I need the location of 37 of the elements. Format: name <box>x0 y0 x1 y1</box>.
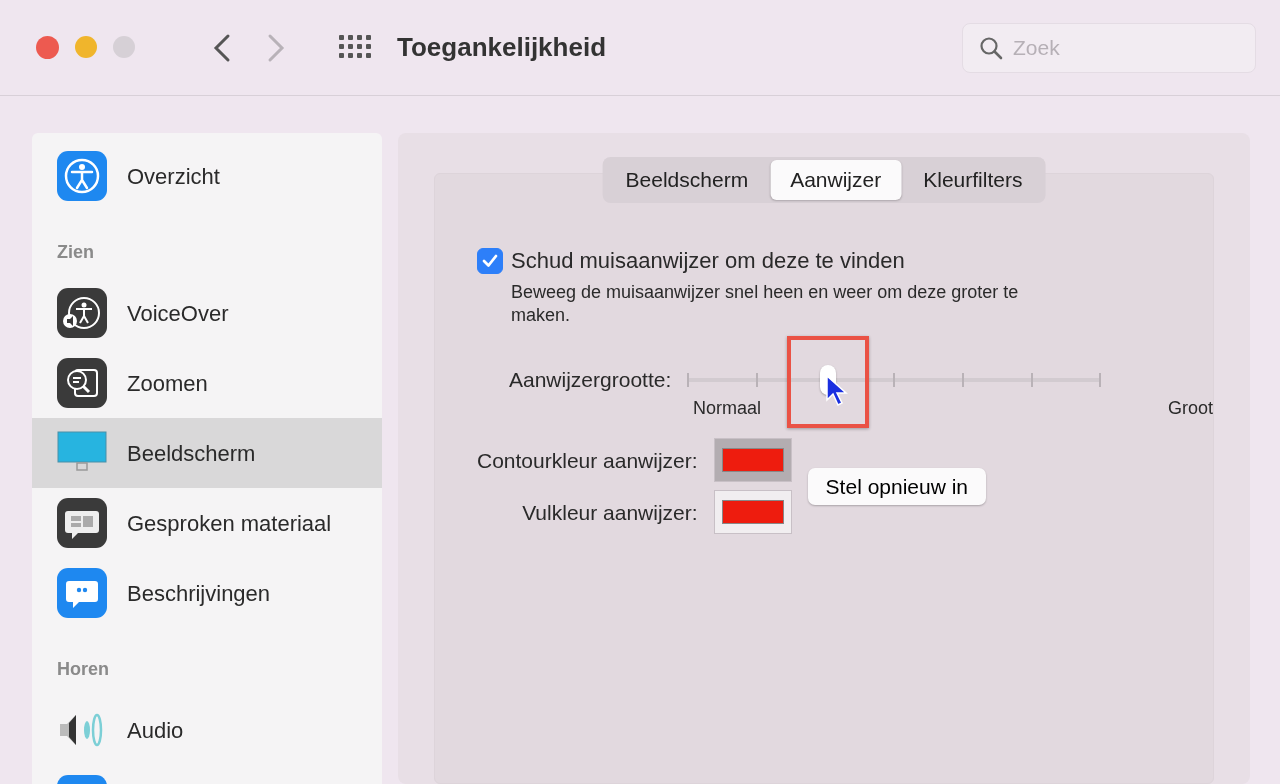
sidebar-item[interactable]: Zoomen <box>32 348 382 418</box>
section-heading: Horen <box>56 658 110 681</box>
window-title: Toegankelijkheid <box>397 31 606 64</box>
search-field[interactable]: Zoek <box>962 22 1256 73</box>
sidebar-item[interactable]: Beeldscherm <box>32 418 382 488</box>
speech-bubble-icon <box>57 498 107 548</box>
close-button[interactable] <box>36 36 59 59</box>
sidebar-item[interactable]: Overzicht <box>32 141 382 211</box>
voiceover-icon <box>57 288 107 338</box>
checkbox-label: Schud muisaanwijzer om deze te vinden <box>511 247 905 275</box>
well-label: Contourkleur aanwijzer: <box>477 447 698 474</box>
sidebar-item[interactable]: Beschrijvingen <box>32 558 382 628</box>
slider-label: Aanwijzergrootte: <box>509 366 672 393</box>
sidebar-item[interactable]: Gesproken materiaal <box>32 488 382 558</box>
magnifier-icon <box>57 358 107 408</box>
search-icon <box>979 35 1003 60</box>
color-well[interactable] <box>713 438 792 483</box>
sidebar-item[interactable]: VoiceOver <box>32 278 382 348</box>
tab[interactable]: Kleurfilters <box>903 160 1043 200</box>
max-label: Groot <box>1167 397 1213 421</box>
quote-bubble-icon <box>57 568 107 618</box>
tab[interactable]: Aanwijzer <box>770 160 902 200</box>
tab[interactable]: Beeldscherm <box>605 160 769 200</box>
sidebar-item[interactable]: Audio <box>32 695 382 765</box>
reset-button[interactable]: Stel opnieuw in <box>807 467 987 506</box>
checkbox[interactable] <box>477 247 503 274</box>
grid-icon[interactable] <box>339 34 373 61</box>
min-label: Normaal <box>693 397 762 421</box>
accessibility-icon <box>57 151 107 201</box>
description-text: Beweeg de muisaanwijzer snel heen en weer om deze groter te maken. <box>510 281 1020 328</box>
chevron-left-icon <box>212 32 232 63</box>
section-heading: Zien <box>56 241 95 264</box>
search-input[interactable]: Zoek <box>1011 30 1231 65</box>
well-label: Vulkleur aanwijzer: <box>522 499 698 526</box>
color-well[interactable] <box>713 490 792 535</box>
size-slider[interactable] <box>687 364 1102 395</box>
chevron-right-icon <box>266 32 286 63</box>
